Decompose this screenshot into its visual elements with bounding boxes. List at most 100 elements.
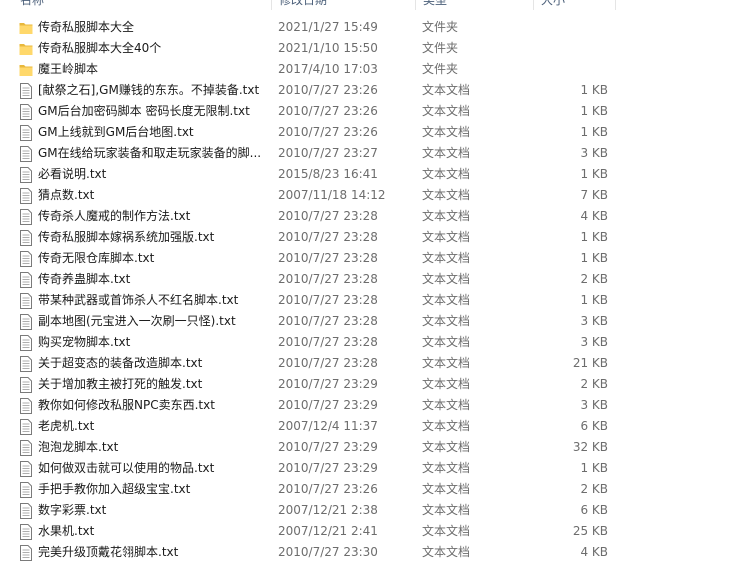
file-row[interactable]: 完美升级顶戴花翎脚本.txt 2010/7/27 23:30 文本文档 4 KB xyxy=(0,542,736,563)
column-divider[interactable] xyxy=(271,0,272,10)
file-row[interactable]: 传奇私服脚本大全 2021/1/27 15:49 文件夹 xyxy=(0,17,736,38)
file-row[interactable]: GM后台加密码脚本 密码长度无限制.txt 2010/7/27 23:26 文本文档… xyxy=(0,101,736,122)
file-name: 传奇私服脚本大全 xyxy=(38,20,135,34)
file-size: 3 KB xyxy=(580,335,608,349)
file-date: 2010/7/27 23:28 xyxy=(278,314,378,328)
file-name: 购买宠物脚本.txt xyxy=(38,335,131,349)
file-type: 文本文档 xyxy=(422,377,471,391)
file-row[interactable]: 传奇养蛊脚本.txt 2010/7/27 23:28 文本文档 2 KB xyxy=(0,269,736,290)
text-file-icon xyxy=(20,230,32,246)
file-row[interactable]: GM上线就到GM后台地图.txt 2010/7/27 23:26 文本文档 1 KB xyxy=(0,122,736,143)
column-header-date[interactable]: 修改日期 xyxy=(279,0,327,8)
file-name: 手把手教你加入超级宝宝.txt xyxy=(38,482,191,496)
file-date: 2010/7/27 23:29 xyxy=(278,461,378,475)
file-icon-cell xyxy=(19,542,35,563)
text-file-icon xyxy=(20,545,32,561)
file-name: 数字彩票.txt xyxy=(38,503,107,517)
file-name: GM在线给玩家装备和取走玩家装备的脚... xyxy=(38,146,262,160)
text-file-icon xyxy=(20,83,32,99)
file-name: GM后台加密码脚本 密码长度无限制.txt xyxy=(38,104,250,118)
column-divider[interactable] xyxy=(533,0,534,10)
file-date: 2007/12/21 2:41 xyxy=(278,524,378,538)
folder-icon xyxy=(19,44,33,55)
file-date: 2007/12/4 11:37 xyxy=(278,419,378,433)
column-header-name[interactable]: 名称 xyxy=(20,0,44,8)
file-row[interactable]: 购买宠物脚本.txt 2010/7/27 23:28 文本文档 3 KB xyxy=(0,332,736,353)
file-row[interactable]: 副本地图(元宝进入一次刷一只怪).txt 2010/7/27 23:28 文本文档 3… xyxy=(0,311,736,332)
text-file-icon xyxy=(20,188,32,204)
file-date: 2010/7/27 23:26 xyxy=(278,104,378,118)
file-size: 2 KB xyxy=(580,482,608,496)
file-row[interactable]: 水果机.txt 2007/12/21 2:41 文本文档 25 KB xyxy=(0,521,736,542)
file-icon-cell xyxy=(19,437,35,458)
file-row[interactable]: 魔王岭脚本 2017/4/10 17:03 文件夹 xyxy=(0,59,736,80)
file-name: 完美升级顶戴花翎脚本.txt xyxy=(38,545,179,559)
file-type: 文本文档 xyxy=(422,314,471,328)
text-file-icon xyxy=(20,377,32,393)
file-size: 1 KB xyxy=(580,104,608,118)
text-file-icon xyxy=(20,356,32,372)
column-header-size[interactable]: 大小 xyxy=(541,0,565,8)
file-row[interactable]: 必看说明.txt 2015/8/23 16:41 文本文档 1 KB xyxy=(0,164,736,185)
text-file-icon xyxy=(20,335,32,351)
file-row[interactable]: 传奇无限仓库脚本.txt 2010/7/27 23:28 文本文档 1 KB xyxy=(0,248,736,269)
column-divider[interactable] xyxy=(415,0,416,10)
file-size: 6 KB xyxy=(580,419,608,433)
file-date: 2010/7/27 23:28 xyxy=(278,293,378,307)
file-type: 文本文档 xyxy=(422,356,471,370)
file-date: 2010/7/27 23:27 xyxy=(278,146,378,160)
file-icon-cell xyxy=(19,17,35,38)
file-name: 传奇私服脚本嫁祸系统加强版.txt xyxy=(38,230,215,244)
file-icon-cell xyxy=(19,59,35,80)
file-type: 文本文档 xyxy=(422,188,471,202)
file-name: 老虎机.txt xyxy=(38,419,95,433)
text-file-icon xyxy=(20,251,32,267)
text-file-icon xyxy=(20,461,32,477)
column-header-type[interactable]: 类型 xyxy=(423,0,447,8)
file-icon-cell xyxy=(19,38,35,59)
file-icon-cell xyxy=(19,353,35,374)
file-row[interactable]: 传奇私服脚本嫁祸系统加强版.txt 2010/7/27 23:28 文本文档 1 KB xyxy=(0,227,736,248)
text-file-icon xyxy=(20,398,32,414)
file-size: 1 KB xyxy=(580,230,608,244)
file-type: 文本文档 xyxy=(422,524,471,538)
file-type: 文本文档 xyxy=(422,104,471,118)
file-row[interactable]: 如何做双击就可以使用的物品.txt 2010/7/27 23:29 文本文档 1 KB xyxy=(0,458,736,479)
file-type: 文件夹 xyxy=(422,41,459,55)
file-row[interactable]: 教你如何修改私服NPC卖东西.txt 2010/7/27 23:29 文本文档 3 K… xyxy=(0,395,736,416)
file-name: 魔王岭脚本 xyxy=(38,62,99,76)
file-row[interactable]: 关于增加教主被打死的触发.txt 2010/7/27 23:29 文本文档 2 KB xyxy=(0,374,736,395)
text-file-icon xyxy=(20,125,32,141)
folder-icon xyxy=(19,23,33,34)
file-name: 必看说明.txt xyxy=(38,167,107,181)
file-date: 2010/7/27 23:28 xyxy=(278,209,378,223)
file-row[interactable]: 数字彩票.txt 2007/12/21 2:38 文本文档 6 KB xyxy=(0,500,736,521)
file-row[interactable]: 手把手教你加入超级宝宝.txt 2010/7/27 23:26 文本文档 2 KB xyxy=(0,479,736,500)
text-file-icon xyxy=(20,293,32,309)
file-row[interactable]: 传奇杀人魔戒的制作方法.txt 2010/7/27 23:28 文本文档 4 KB xyxy=(0,206,736,227)
file-row[interactable]: GM在线给玩家装备和取走玩家装备的脚... 2010/7/27 23:27 文本文档… xyxy=(0,143,736,164)
file-size: 1 KB xyxy=(580,461,608,475)
file-type: 文本文档 xyxy=(422,461,471,475)
file-row[interactable]: 老虎机.txt 2007/12/4 11:37 文本文档 6 KB xyxy=(0,416,736,437)
file-type: 文本文档 xyxy=(422,167,471,181)
file-date: 2010/7/27 23:28 xyxy=(278,272,378,286)
file-date: 2017/4/10 17:03 xyxy=(278,62,378,76)
file-date: 2010/7/27 23:29 xyxy=(278,398,378,412)
file-row[interactable]: 泡泡龙脚本.txt 2010/7/27 23:29 文本文档 32 KB xyxy=(0,437,736,458)
file-icon-cell xyxy=(19,458,35,479)
file-row[interactable]: [献祭之石],GM赚钱的东东。不掉装备.txt 2010/7/27 23:26 文本… xyxy=(0,80,736,101)
file-type: 文件夹 xyxy=(422,20,459,34)
text-file-icon xyxy=(20,503,32,519)
file-row[interactable]: 关于超变态的装备改造脚本.txt 2010/7/27 23:28 文本文档 21 KB xyxy=(0,353,736,374)
file-size: 6 KB xyxy=(580,503,608,517)
text-file-icon xyxy=(20,104,32,120)
file-name: 泡泡龙脚本.txt xyxy=(38,440,119,454)
column-divider[interactable] xyxy=(615,0,616,10)
file-date: 2010/7/27 23:26 xyxy=(278,482,378,496)
file-type: 文本文档 xyxy=(422,83,471,97)
file-row[interactable]: 猜点数.txt 2007/11/18 14:12 文本文档 7 KB xyxy=(0,185,736,206)
file-row[interactable]: 传奇私服脚本大全40个 2021/1/10 15:50 文件夹 xyxy=(0,38,736,59)
file-row[interactable]: 带某种武器或首饰杀人不红名脚本.txt 2010/7/27 23:28 文本文档 1 … xyxy=(0,290,736,311)
folder-icon xyxy=(19,65,33,76)
